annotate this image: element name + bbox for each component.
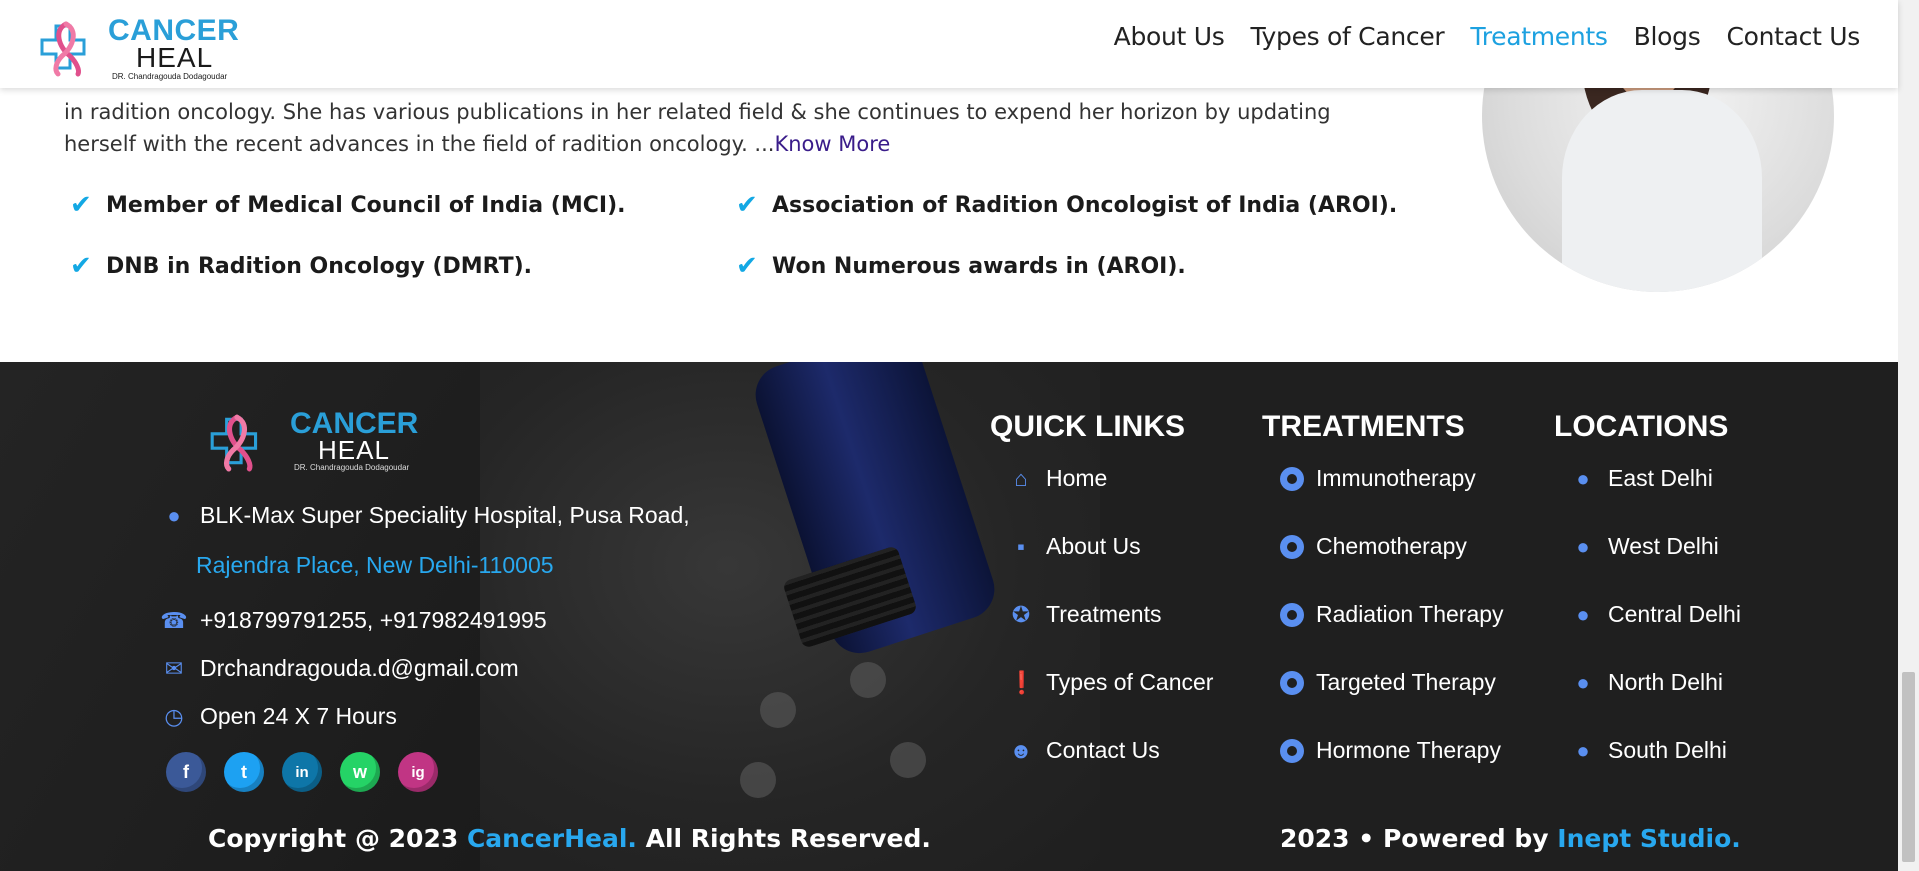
check-icon: ✔: [70, 190, 92, 220]
quick-link-contact-us[interactable]: ☻ Contact Us: [1008, 737, 1159, 764]
quick-link-treatments[interactable]: ✪ Treatments: [1008, 601, 1162, 628]
location-east-delhi[interactable]: ● East Delhi: [1570, 465, 1712, 492]
logo-subtitle: HEAL: [136, 42, 214, 73]
pill-image: [890, 742, 926, 778]
credential-item: ✔ Member of Medical Council of India (MC…: [70, 190, 626, 220]
nav-types-of-cancer[interactable]: Types of Cancer: [1250, 22, 1444, 51]
quick-links-title: QUICK LINKS: [990, 410, 1185, 443]
bio-line: herself with the recent advances in the …: [64, 132, 891, 156]
quick-link-about-us[interactable]: ▪ About Us: [1008, 533, 1141, 560]
header-logo[interactable]: CANCER HEAL DR. Chandragouda Dodagoudar: [36, 12, 246, 84]
footer-logo-subtitle: HEAL: [318, 435, 390, 465]
studio-link[interactable]: Inept Studio.: [1557, 824, 1741, 853]
footer-logo[interactable]: CANCER HEAL DR. Chandragouda Dodagoudar: [206, 407, 456, 477]
map-pin-icon: ●: [1576, 737, 1590, 763]
scrollbar-thumb[interactable]: [1902, 672, 1915, 862]
bio-line: in radition oncology. She has various pu…: [64, 100, 1331, 124]
pill-image: [850, 662, 886, 698]
dot-circle-icon: [1280, 534, 1304, 559]
address-line: ● BLK-Max Super Speciality Hospital, Pus…: [160, 502, 689, 529]
home-icon: ⌂: [1014, 465, 1028, 491]
site-header: CANCER HEAL DR. Chandragouda Dodagoudar …: [0, 0, 1898, 88]
alert-icon: ❗: [1008, 669, 1036, 695]
treatments-title: TREATMENTS: [1262, 410, 1465, 443]
user-circle-icon: ☻: [1009, 737, 1033, 763]
credential-item: ✔ Association of Radition Oncologist of …: [736, 190, 1398, 220]
footer-logo-doctor-name: DR. Chandragouda Dodagoudar: [294, 463, 410, 472]
treatment-chemotherapy[interactable]: Chemotherapy: [1280, 533, 1467, 560]
twitter-icon[interactable]: t: [224, 752, 264, 792]
pill-image: [740, 762, 776, 798]
address-line-2[interactable]: Rajendra Place, New Delhi-110005: [196, 552, 554, 579]
envelope-icon: ✉: [164, 655, 184, 681]
hours-line: ◷ Open 24 X 7 Hours: [160, 703, 397, 730]
doctor-coat: [1562, 90, 1762, 292]
map-pin-icon: ●: [1576, 465, 1590, 491]
credential-item: ✔ DNB in Radition Oncology (DMRT).: [70, 251, 533, 281]
treatment-immunotherapy[interactable]: Immunotherapy: [1280, 465, 1476, 492]
quick-link-types-of-cancer[interactable]: ❗ Types of Cancer: [1008, 669, 1213, 696]
map-pin-icon: ●: [1576, 601, 1590, 627]
nav-about-us[interactable]: About Us: [1114, 22, 1225, 51]
know-more-link[interactable]: Know More: [774, 132, 890, 156]
site-footer: CANCER HEAL DR. Chandragouda Dodagoudar …: [0, 362, 1898, 871]
map-pin-icon: ●: [167, 502, 181, 528]
phone-line[interactable]: ☎ +918799791255, +917982491995: [160, 607, 546, 634]
email-line[interactable]: ✉ Drchandragouda.d@gmail.com: [160, 655, 519, 682]
dot-circle-icon: [1280, 602, 1304, 627]
linkedin-icon[interactable]: in: [282, 752, 322, 792]
logo-doctor-name: DR. Chandragouda Dodagoudar: [112, 72, 228, 81]
accessibility-icon: ✪: [1011, 601, 1031, 627]
quick-link-home[interactable]: ⌂ Home: [1008, 465, 1107, 492]
instagram-icon[interactable]: ig: [398, 752, 438, 792]
check-icon: ✔: [70, 251, 92, 281]
treatment-radiation-therapy[interactable]: Radiation Therapy: [1280, 601, 1504, 628]
social-links: f t in w ig: [166, 752, 438, 792]
credential-item: ✔ Won Numerous awards in (AROI).: [736, 251, 1186, 281]
powered-by-text: 2023 • Powered by Inept Studio.: [1280, 824, 1741, 853]
check-icon: ✔: [736, 251, 758, 281]
location-central-delhi[interactable]: ● Central Delhi: [1570, 601, 1741, 628]
cross-ribbon-icon: [210, 414, 258, 472]
location-west-delhi[interactable]: ● West Delhi: [1570, 533, 1718, 560]
treatment-targeted-therapy[interactable]: Targeted Therapy: [1280, 669, 1496, 696]
doctor-bio: in radition oncology. She has various pu…: [64, 96, 1384, 160]
clock-icon: ◷: [164, 703, 184, 729]
brand-link[interactable]: CancerHeal.: [467, 824, 637, 853]
dot-circle-icon: [1280, 738, 1304, 763]
check-icon: ✔: [736, 190, 758, 220]
treatment-hormone-therapy[interactable]: Hormone Therapy: [1280, 737, 1501, 764]
page-scrollbar[interactable]: [1898, 0, 1919, 871]
map-pin-icon: ●: [1576, 533, 1590, 559]
nav-contact-us[interactable]: Contact Us: [1726, 22, 1860, 51]
copyright-text: Copyright @ 2023 CancerHeal. All Rights …: [208, 824, 931, 853]
nav-treatments[interactable]: Treatments: [1470, 22, 1608, 51]
phone-icon: ☎: [160, 607, 188, 633]
cross-ribbon-icon: [40, 21, 86, 77]
pill-image: [760, 692, 796, 728]
dot-circle-icon: [1280, 670, 1304, 695]
note-icon: ▪: [1017, 533, 1025, 559]
whatsapp-icon[interactable]: w: [340, 752, 380, 792]
dot-circle-icon: [1280, 466, 1304, 491]
nav-blogs[interactable]: Blogs: [1634, 22, 1701, 51]
map-pin-icon: ●: [1576, 669, 1590, 695]
location-south-delhi[interactable]: ● South Delhi: [1570, 737, 1727, 764]
facebook-icon[interactable]: f: [166, 752, 206, 792]
main-nav: About Us Types of Cancer Treatments Blog…: [1114, 22, 1861, 51]
location-north-delhi[interactable]: ● North Delhi: [1570, 669, 1723, 696]
locations-title: LOCATIONS: [1554, 410, 1729, 443]
